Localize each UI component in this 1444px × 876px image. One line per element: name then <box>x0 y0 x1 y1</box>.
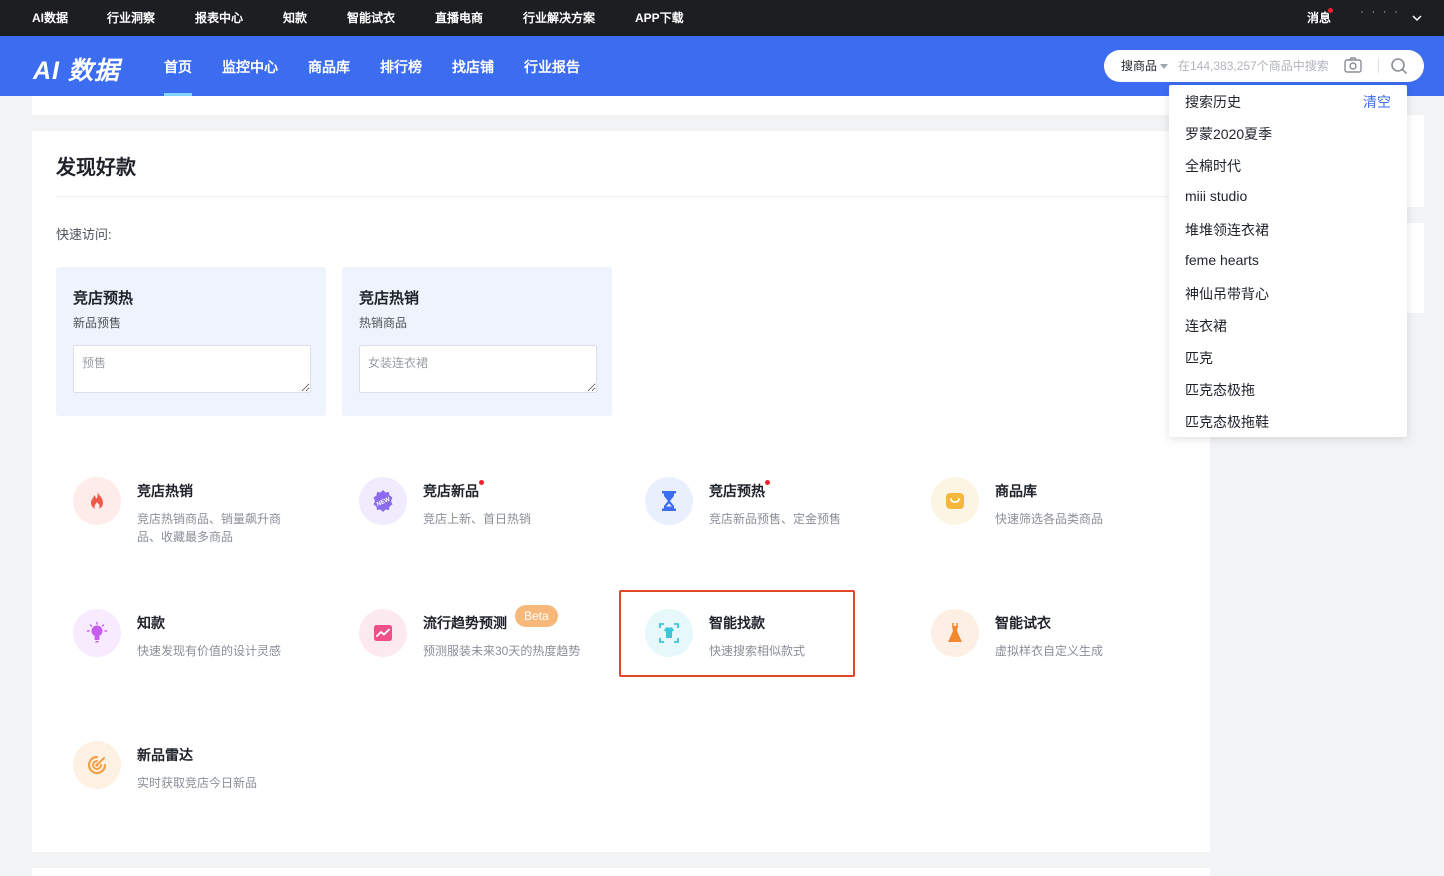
search-box: 搜商品 <box>1104 50 1424 82</box>
feature-title: 竞店新品 <box>423 483 479 499</box>
nav-product-library[interactable]: 商品库 <box>308 36 350 96</box>
history-item[interactable]: 神仙吊带背心 <box>1185 284 1269 304</box>
quick-card-title: 竞店预热 <box>73 290 134 307</box>
feature-desc: 实时获取竞店今日新品 <box>137 776 258 790</box>
hourglass-icon <box>662 491 676 511</box>
feature-desc: 竞店新品预售、定金预售 <box>709 512 842 526</box>
clear-history-button[interactable]: 清空 <box>1363 92 1391 112</box>
feature-competitor-presale[interactable]: 竞店预热 竞店新品预售、定金预售 <box>645 477 885 567</box>
feature-new-radar[interactable]: 新品雷达 实时获取竞店今日新品 <box>73 741 313 831</box>
quick-card-competitor-hot[interactable]: 竞店热销 热销商品 <box>342 267 612 416</box>
history-item[interactable]: 罗蒙2020夏季 <box>1185 124 1272 144</box>
history-item[interactable]: feme hearts <box>1185 252 1259 268</box>
feature-desc: 竞店热销商品、销量飙升商品、收藏最多商品 <box>137 512 282 544</box>
feature-zhikuan[interactable]: 知款 快速发现有价值的设计灵感 <box>73 609 313 699</box>
divider <box>56 196 1186 197</box>
history-item[interactable]: 全棉时代 <box>1185 156 1241 176</box>
top-panel-strip <box>32 96 1210 115</box>
topnav-ai-data[interactable]: AI数据 <box>32 0 68 36</box>
camera-icon[interactable] <box>1344 57 1362 73</box>
highlight-box <box>619 590 855 677</box>
feature-icon-bg <box>73 477 121 525</box>
feature-desc: 预测服装未来30天的热度趋势 <box>423 644 581 658</box>
nav-home[interactable]: 首页 <box>164 36 192 96</box>
feature-product-library[interactable]: 商品库 快速筛选各品类商品 <box>931 477 1171 567</box>
search-input[interactable] <box>1178 56 1338 76</box>
shopping-bag-icon <box>946 493 964 509</box>
feature-title: 智能试衣 <box>995 615 1051 631</box>
feature-competitor-new[interactable]: NEW 竞店新品 竞店上新、首日热销 <box>359 477 599 567</box>
logo[interactable]: AI 数据 <box>33 51 120 87</box>
lightbulb-icon <box>86 621 108 643</box>
new-badge-icon: NEW <box>373 490 393 512</box>
feature-smart-fitting[interactable]: 智能试衣 虚拟样衣自定义生成 <box>931 609 1171 699</box>
topnav-app-download[interactable]: APP下载 <box>635 0 684 36</box>
trend-chart-icon <box>374 625 392 641</box>
feature-title: 竞店热销 <box>137 483 193 499</box>
nav-industry-reports[interactable]: 行业报告 <box>524 36 580 96</box>
quick-card-input[interactable] <box>73 345 311 393</box>
feature-icon-bg <box>359 609 407 657</box>
history-item[interactable]: 堆堆领连衣裙 <box>1185 220 1269 240</box>
topnav-report-center[interactable]: 报表中心 <box>195 0 243 36</box>
history-item[interactable]: 匹克态极拖鞋 <box>1185 412 1269 432</box>
topnav-zhikuan[interactable]: 知款 <box>283 0 307 36</box>
feature-title: 知款 <box>137 615 165 631</box>
messages-link[interactable]: 消息 <box>1307 0 1331 36</box>
dress-icon <box>948 623 962 642</box>
history-item[interactable]: miii studio <box>1185 188 1247 204</box>
feature-icon-bg <box>931 477 979 525</box>
nav-find-shops[interactable]: 找店铺 <box>452 36 494 96</box>
nav-monitor-center[interactable]: 监控中心 <box>222 36 278 96</box>
feature-icon-bg <box>645 477 693 525</box>
feature-title: 流行趋势预测 <box>423 615 507 631</box>
nav-rankings[interactable]: 排行榜 <box>380 36 422 96</box>
quick-card-title: 竞店热销 <box>359 290 420 307</box>
feature-desc: 竞店上新、首日热销 <box>423 512 532 526</box>
feature-desc: 快速发现有价值的设计灵感 <box>137 644 282 658</box>
feature-icon-bg: NEW <box>359 477 407 525</box>
topnav-industry-insight[interactable]: 行业洞察 <box>107 0 155 36</box>
history-item[interactable]: 匹克态极拖 <box>1185 380 1255 400</box>
feature-icon-bg <box>73 741 121 789</box>
beta-badge: Beta <box>515 605 558 627</box>
quick-card-input[interactable] <box>359 345 597 393</box>
history-item[interactable]: 匹克 <box>1185 348 1213 368</box>
search-icon[interactable] <box>1390 57 1408 75</box>
search-type-select[interactable]: 搜商品 <box>1121 50 1157 82</box>
feature-title: 商品库 <box>995 483 1037 499</box>
feature-icon-bg <box>931 609 979 657</box>
caret-down-icon[interactable] <box>1160 64 1168 69</box>
feature-desc: 快速筛选各品类商品 <box>995 512 1104 526</box>
next-panel <box>32 868 1210 876</box>
page-title: 发现好款 <box>56 157 136 179</box>
feature-desc: 虚拟样衣自定义生成 <box>995 644 1104 658</box>
chevron-down-icon[interactable] <box>1411 12 1423 24</box>
message-notification-dot <box>1327 7 1334 14</box>
quick-card-competitor-presale[interactable]: 竞店预热 新品预售 <box>56 267 326 416</box>
top-bar: AI数据 行业洞察 报表中心 知款 智能试衣 直播电商 行业解决方案 APP下载… <box>0 0 1444 36</box>
history-item[interactable]: 连衣裙 <box>1185 316 1227 336</box>
topnav-industry-solutions[interactable]: 行业解决方案 <box>523 0 595 36</box>
topnav-smart-fitting[interactable]: 智能试衣 <box>347 0 395 36</box>
feature-icon-bg <box>73 609 121 657</box>
new-indicator-dot <box>765 480 770 485</box>
quick-card-subtitle: 新品预售 <box>73 316 122 330</box>
search-history-title: 搜索历史 <box>1185 94 1241 110</box>
topnav-live-ecommerce[interactable]: 直播电商 <box>435 0 483 36</box>
feature-title: 新品雷达 <box>137 747 193 763</box>
feature-competitor-hot[interactable]: 竞店热销 竞店热销商品、销量飙升商品、收藏最多商品 <box>73 477 313 567</box>
search-divider <box>1378 59 1379 73</box>
quick-access-label: 快速访问: <box>56 227 112 242</box>
feature-trend-forecast[interactable]: 流行趋势预测 Beta 预测服装未来30天的热度趋势 <box>359 605 599 699</box>
quick-card-subtitle: 热销商品 <box>359 316 408 330</box>
discover-panel: 发现好款 快速访问: 竞店预热 新品预售 竞店热销 热销商品 竞店热销 竞店热销… <box>32 131 1210 852</box>
flame-icon <box>91 491 103 510</box>
search-history-dropdown: 搜索历史 清空 罗蒙2020夏季 全棉时代 miii studio 堆堆领连衣裙… <box>1169 85 1407 437</box>
feature-title: 竞店预热 <box>709 483 765 499</box>
radar-icon <box>87 755 107 775</box>
new-indicator-dot <box>479 480 484 485</box>
user-name[interactable]: · · · · <box>1360 4 1400 18</box>
